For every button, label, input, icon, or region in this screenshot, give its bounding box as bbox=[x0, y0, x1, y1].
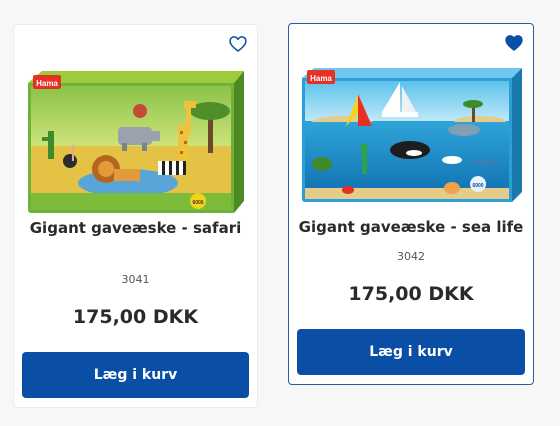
add-to-cart-button[interactable]: Læg i kurv bbox=[22, 352, 249, 398]
box-badge-count: 6000 bbox=[472, 183, 483, 189]
product-title[interactable]: Gigant gaveæske - safari bbox=[14, 219, 257, 237]
product-image-sea-life[interactable]: Hama 6000 bbox=[302, 64, 522, 202]
product-price: 175,00 DKK bbox=[348, 283, 474, 305]
box-brand-logo: Hama bbox=[36, 79, 58, 88]
product-price: 175,00 DKK bbox=[72, 306, 199, 328]
box-brand-logo: Hama bbox=[310, 74, 332, 83]
heart-filled-icon[interactable] bbox=[504, 33, 524, 53]
box-badge-count: 6000 bbox=[192, 200, 203, 206]
heart-outline-icon[interactable] bbox=[228, 34, 248, 54]
product-title[interactable]: Gigant gaveæske - sea life bbox=[289, 218, 533, 236]
product-sku: 3041 bbox=[121, 273, 150, 286]
product-card-safari[interactable]: Hama 6000 Gigant gaveæske - safari 3041 … bbox=[13, 24, 258, 408]
product-sku: 3042 bbox=[397, 250, 425, 263]
product-image-safari[interactable]: Hama 6000 bbox=[28, 65, 244, 213]
add-to-cart-button[interactable]: Læg i kurv bbox=[297, 329, 525, 375]
product-card-sea-life[interactable]: Hama 6000 Gigant gaveæske - sea life 304… bbox=[288, 23, 534, 385]
